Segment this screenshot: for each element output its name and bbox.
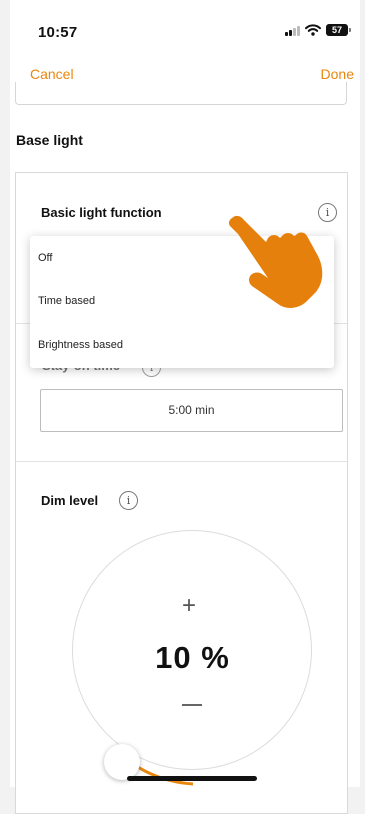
signal-icon (285, 25, 300, 36)
home-indicator (127, 776, 257, 781)
dim-level-value: 10 % (155, 640, 230, 675)
basic-light-function-label: Basic light function (41, 205, 162, 220)
previous-card-bottom (15, 82, 347, 105)
stay-on-time-field[interactable]: 5:00 min (40, 389, 343, 432)
status-time: 10:57 (38, 24, 78, 41)
dim-level-label: Dim level (41, 493, 99, 508)
option-off[interactable]: Off (38, 252, 52, 264)
section-title: Base light (16, 132, 83, 148)
status-icons: 57 (285, 24, 351, 36)
divider (16, 461, 347, 462)
dim-level-knob[interactable] (104, 744, 140, 780)
status-bar: 10:57 57 (10, 0, 360, 54)
increase-button[interactable]: + (182, 594, 196, 618)
info-icon[interactable]: i (119, 491, 138, 510)
decrease-button[interactable] (182, 704, 202, 706)
option-brightness-based[interactable]: Brightness based (38, 339, 123, 351)
done-button[interactable]: Done (321, 66, 354, 82)
option-time-based[interactable]: Time based (38, 295, 95, 307)
cancel-button[interactable]: Cancel (30, 66, 74, 82)
battery-icon: 57 (326, 24, 351, 36)
hand-pointer-icon (228, 215, 323, 308)
wifi-icon (305, 24, 321, 36)
